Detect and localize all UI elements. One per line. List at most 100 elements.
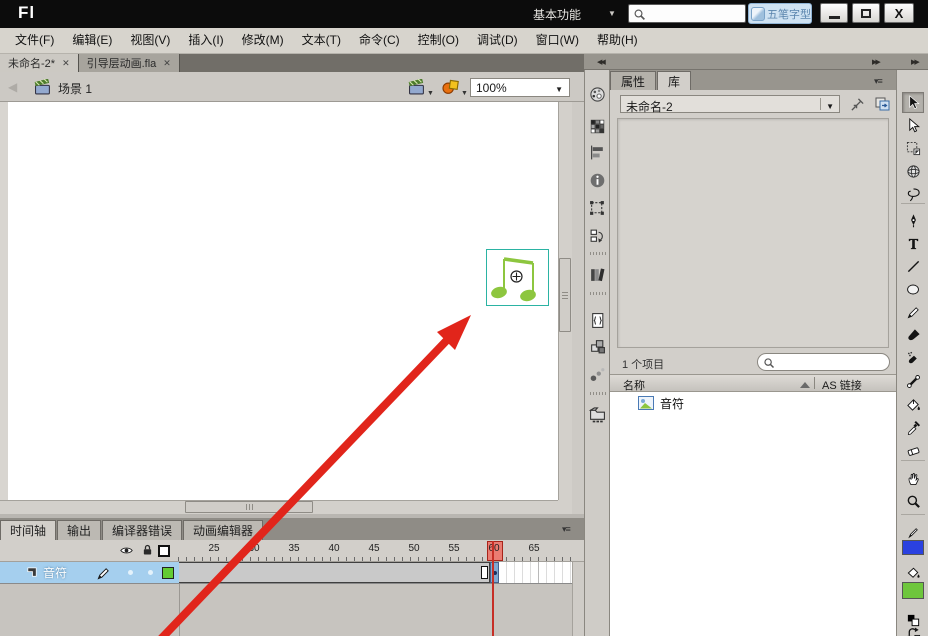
pin-library-icon[interactable] — [850, 97, 865, 112]
menu-item-1[interactable]: 编辑(E) — [63, 28, 121, 53]
library-item-row[interactable]: 音符 — [610, 394, 896, 412]
menu-item-9[interactable]: 窗口(W) — [527, 28, 588, 53]
subselection-tool[interactable] — [902, 115, 924, 136]
vertical-scroll-thumb[interactable] — [559, 258, 571, 332]
panel-tab-library[interactable]: 库 — [657, 71, 692, 90]
column-name[interactable]: 名称 — [623, 377, 645, 393]
text-tool[interactable] — [902, 233, 924, 254]
line-tool[interactable] — [902, 256, 924, 277]
timeline-tab-3[interactable]: 动画编辑器 — [183, 520, 264, 540]
new-library-panel-icon[interactable] — [874, 96, 891, 112]
lock-all-layers-icon[interactable] — [141, 543, 154, 557]
bone-tool[interactable] — [902, 371, 924, 392]
paint-bucket-tool[interactable] — [902, 394, 924, 415]
rotation3d-tool[interactable] — [902, 161, 924, 182]
info-panel-button[interactable] — [589, 172, 607, 190]
collapse-to-icons-button[interactable]: ◀◀ — [597, 58, 606, 66]
hand-tool[interactable] — [902, 468, 924, 489]
minimize-button[interactable] — [820, 3, 848, 23]
selection-tool[interactable] — [902, 92, 924, 113]
maximize-button[interactable] — [852, 3, 880, 23]
timeline-layer-row[interactable]: 音符 — [0, 562, 584, 584]
fill-color-control[interactable] — [902, 562, 924, 583]
playhead-line[interactable] — [492, 541, 494, 636]
menu-item-8[interactable]: 调试(D) — [468, 28, 527, 53]
components-panel-button[interactable] — [589, 338, 607, 356]
dock-group-grip[interactable] — [590, 392, 606, 395]
eraser-tool[interactable] — [902, 440, 924, 461]
layer-lock-dot[interactable] — [148, 570, 153, 575]
oval-tool[interactable] — [902, 279, 924, 300]
swap-colors-control[interactable] — [902, 624, 924, 636]
horizontal-scroll-thumb[interactable] — [185, 501, 313, 513]
swatches-panel-button[interactable] — [589, 118, 607, 136]
layer-visibility-dot[interactable] — [128, 570, 133, 575]
menu-item-7[interactable]: 控制(O) — [409, 28, 468, 53]
column-as-linkage[interactable]: AS 链接 — [822, 377, 862, 393]
timeline-scrollbar[interactable] — [572, 562, 584, 636]
actions-panel-button[interactable] — [589, 266, 607, 284]
color-panel-button[interactable] — [589, 86, 607, 104]
library-search-input[interactable] — [757, 353, 890, 371]
align-panel-button[interactable] — [589, 144, 607, 162]
menu-item-10[interactable]: 帮助(H) — [588, 28, 647, 53]
eyedropper-tool[interactable] — [902, 417, 924, 438]
transform-panel-button[interactable] — [589, 200, 607, 218]
empty-frames[interactable] — [499, 562, 573, 583]
dock-group-grip[interactable] — [590, 292, 606, 295]
help-search-input[interactable] — [628, 4, 746, 23]
library-panel-menu-icon[interactable]: ▾≡ — [874, 76, 883, 87]
library-column-header[interactable]: 名称 AS 链接 — [610, 374, 896, 392]
document-tab-0[interactable]: 未命名-2* ✕ — [0, 54, 79, 72]
stroke-color-swatch[interactable] — [902, 540, 924, 555]
project-panel-button[interactable] — [589, 406, 607, 424]
menu-item-4[interactable]: 修改(M) — [233, 28, 293, 53]
pencil-tool[interactable] — [902, 302, 924, 323]
edit-scene-icon[interactable] — [408, 79, 426, 95]
sort-ascending-icon[interactable] — [800, 382, 810, 388]
workspace-switcher-button[interactable]: 基本功能 — [533, 6, 581, 23]
tab-close-icon[interactable]: ✕ — [62, 58, 70, 68]
script-panel-button[interactable] — [589, 312, 607, 330]
timeline-tab-2[interactable]: 编译器错误 — [102, 520, 183, 540]
library-document-select[interactable]: 未命名-2 ▼ — [620, 95, 840, 114]
spray-brush-tool[interactable] — [902, 348, 924, 369]
menu-item-0[interactable]: 文件(F) — [6, 28, 63, 53]
timeline-tab-0[interactable]: 时间轴 — [0, 520, 57, 540]
library-item-list[interactable]: 音符 — [610, 392, 896, 636]
menu-item-2[interactable]: 视图(V) — [121, 28, 179, 53]
menu-item-3[interactable]: 插入(I) — [179, 28, 232, 53]
column-divider[interactable] — [814, 377, 815, 389]
free-transform-tool[interactable] — [902, 138, 924, 159]
code-snippets-panel-button[interactable] — [589, 228, 607, 246]
music-note-symbol[interactable] — [486, 249, 549, 306]
stage-canvas[interactable] — [8, 102, 558, 500]
panel-tab-properties[interactable]: 属性 — [610, 71, 657, 90]
edit-symbols-icon[interactable] — [442, 78, 460, 95]
motion-presets-panel-button[interactable] — [589, 366, 607, 384]
lasso-tool[interactable] — [902, 184, 924, 205]
timeline-panel-menu-icon[interactable]: ▾≡ — [562, 524, 571, 535]
close-button[interactable]: X — [884, 3, 914, 23]
zoom-level-select[interactable]: 100% ▼ — [470, 78, 570, 97]
layer-controls[interactable]: 音符 — [0, 562, 179, 584]
timeline-ruler[interactable]: 25 30 35 40 45 50 55 60 65 — [0, 540, 584, 562]
back-arrow-icon[interactable]: ◀ — [8, 80, 17, 94]
brush-tool[interactable] — [902, 325, 924, 346]
zoom-tool[interactable] — [902, 491, 924, 512]
dock-group-grip[interactable] — [590, 252, 606, 255]
fill-color-swatch[interactable] — [902, 582, 924, 599]
expand-tools-button[interactable]: ▶▶ — [911, 58, 920, 66]
tab-close-icon[interactable]: ✕ — [163, 58, 171, 68]
document-tab-1[interactable]: 引导层动画.fla ✕ — [78, 54, 180, 72]
frame-area[interactable] — [179, 562, 584, 584]
ime-indicator[interactable]: 五笔字型 — [748, 3, 812, 24]
show-hide-all-layers-icon[interactable] — [119, 544, 134, 557]
menu-item-6[interactable]: 命令(C) — [350, 28, 409, 53]
pen-tool[interactable] — [902, 210, 924, 231]
menu-item-5[interactable]: 文本(T) — [293, 28, 350, 53]
expand-panels-button[interactable]: ▶▶ — [872, 58, 881, 66]
show-layers-as-outlines-icon[interactable] — [158, 545, 170, 557]
scene-breadcrumb[interactable]: 场景 1 — [58, 80, 92, 97]
frame-span[interactable] — [179, 562, 490, 583]
